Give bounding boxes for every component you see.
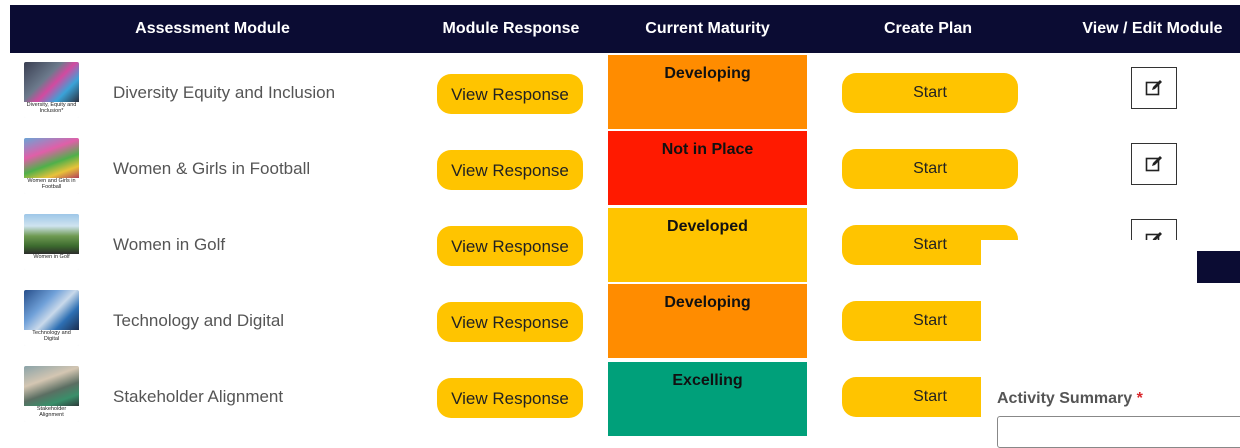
maturity-badge: Developing bbox=[608, 284, 807, 358]
maturity-badge: Developed bbox=[608, 208, 807, 282]
module-thumbnail: Technology and Digital bbox=[24, 290, 79, 346]
view-response-button[interactable]: View Response bbox=[437, 378, 583, 418]
table-row: Women and Girls in Football Women & Girl… bbox=[0, 131, 1240, 207]
maturity-badge: Excelling bbox=[608, 362, 807, 436]
module-thumbnail: Stakeholder Alignment bbox=[24, 366, 79, 422]
edit-module-button[interactable] bbox=[1131, 143, 1177, 185]
view-response-button[interactable]: View Response bbox=[437, 74, 583, 114]
module-name: Women & Girls in Football bbox=[113, 159, 311, 178]
module-name: Diversity Equity and Inclusion bbox=[113, 83, 336, 102]
header-module-response: Module Response bbox=[442, 20, 580, 37]
edit-icon bbox=[1145, 156, 1162, 172]
required-marker: * bbox=[1136, 390, 1143, 407]
view-response-button[interactable]: View Response bbox=[437, 150, 583, 190]
maturity-badge: Developing bbox=[608, 55, 807, 129]
start-plan-button[interactable]: Start bbox=[842, 149, 1018, 189]
module-thumbnail: Women and Girls in Football bbox=[24, 138, 79, 194]
module-thumbnail: Diversity, Equity and Inclusion* bbox=[24, 62, 79, 118]
modal-header-fragment bbox=[1197, 251, 1240, 283]
header-assessment-module: Assessment Module bbox=[135, 20, 290, 37]
header-view-edit-module: View / Edit Module bbox=[1082, 20, 1223, 37]
start-plan-button[interactable]: Start bbox=[842, 73, 1018, 113]
activity-summary-input[interactable] bbox=[997, 416, 1240, 448]
module-thumbnail: Women in Golf bbox=[24, 214, 79, 270]
header-create-plan: Create Plan bbox=[883, 20, 973, 37]
view-response-button[interactable]: View Response bbox=[437, 226, 583, 266]
edit-module-button[interactable] bbox=[1131, 67, 1177, 109]
maturity-badge: Not in Place bbox=[608, 131, 807, 205]
header-current-maturity: Current Maturity bbox=[645, 20, 770, 37]
module-name: Women in Golf bbox=[113, 235, 226, 254]
module-name: Stakeholder Alignment bbox=[113, 387, 284, 406]
module-name: Technology and Digital bbox=[113, 311, 285, 330]
view-response-button[interactable]: View Response bbox=[437, 302, 583, 342]
activity-summary-label: Activity Summary * bbox=[997, 390, 1143, 407]
table-row: Diversity, Equity and Inclusion* Diversi… bbox=[0, 55, 1240, 131]
edit-icon bbox=[1145, 80, 1162, 96]
table-header: Assessment Module Module Response Curren… bbox=[10, 5, 1240, 53]
